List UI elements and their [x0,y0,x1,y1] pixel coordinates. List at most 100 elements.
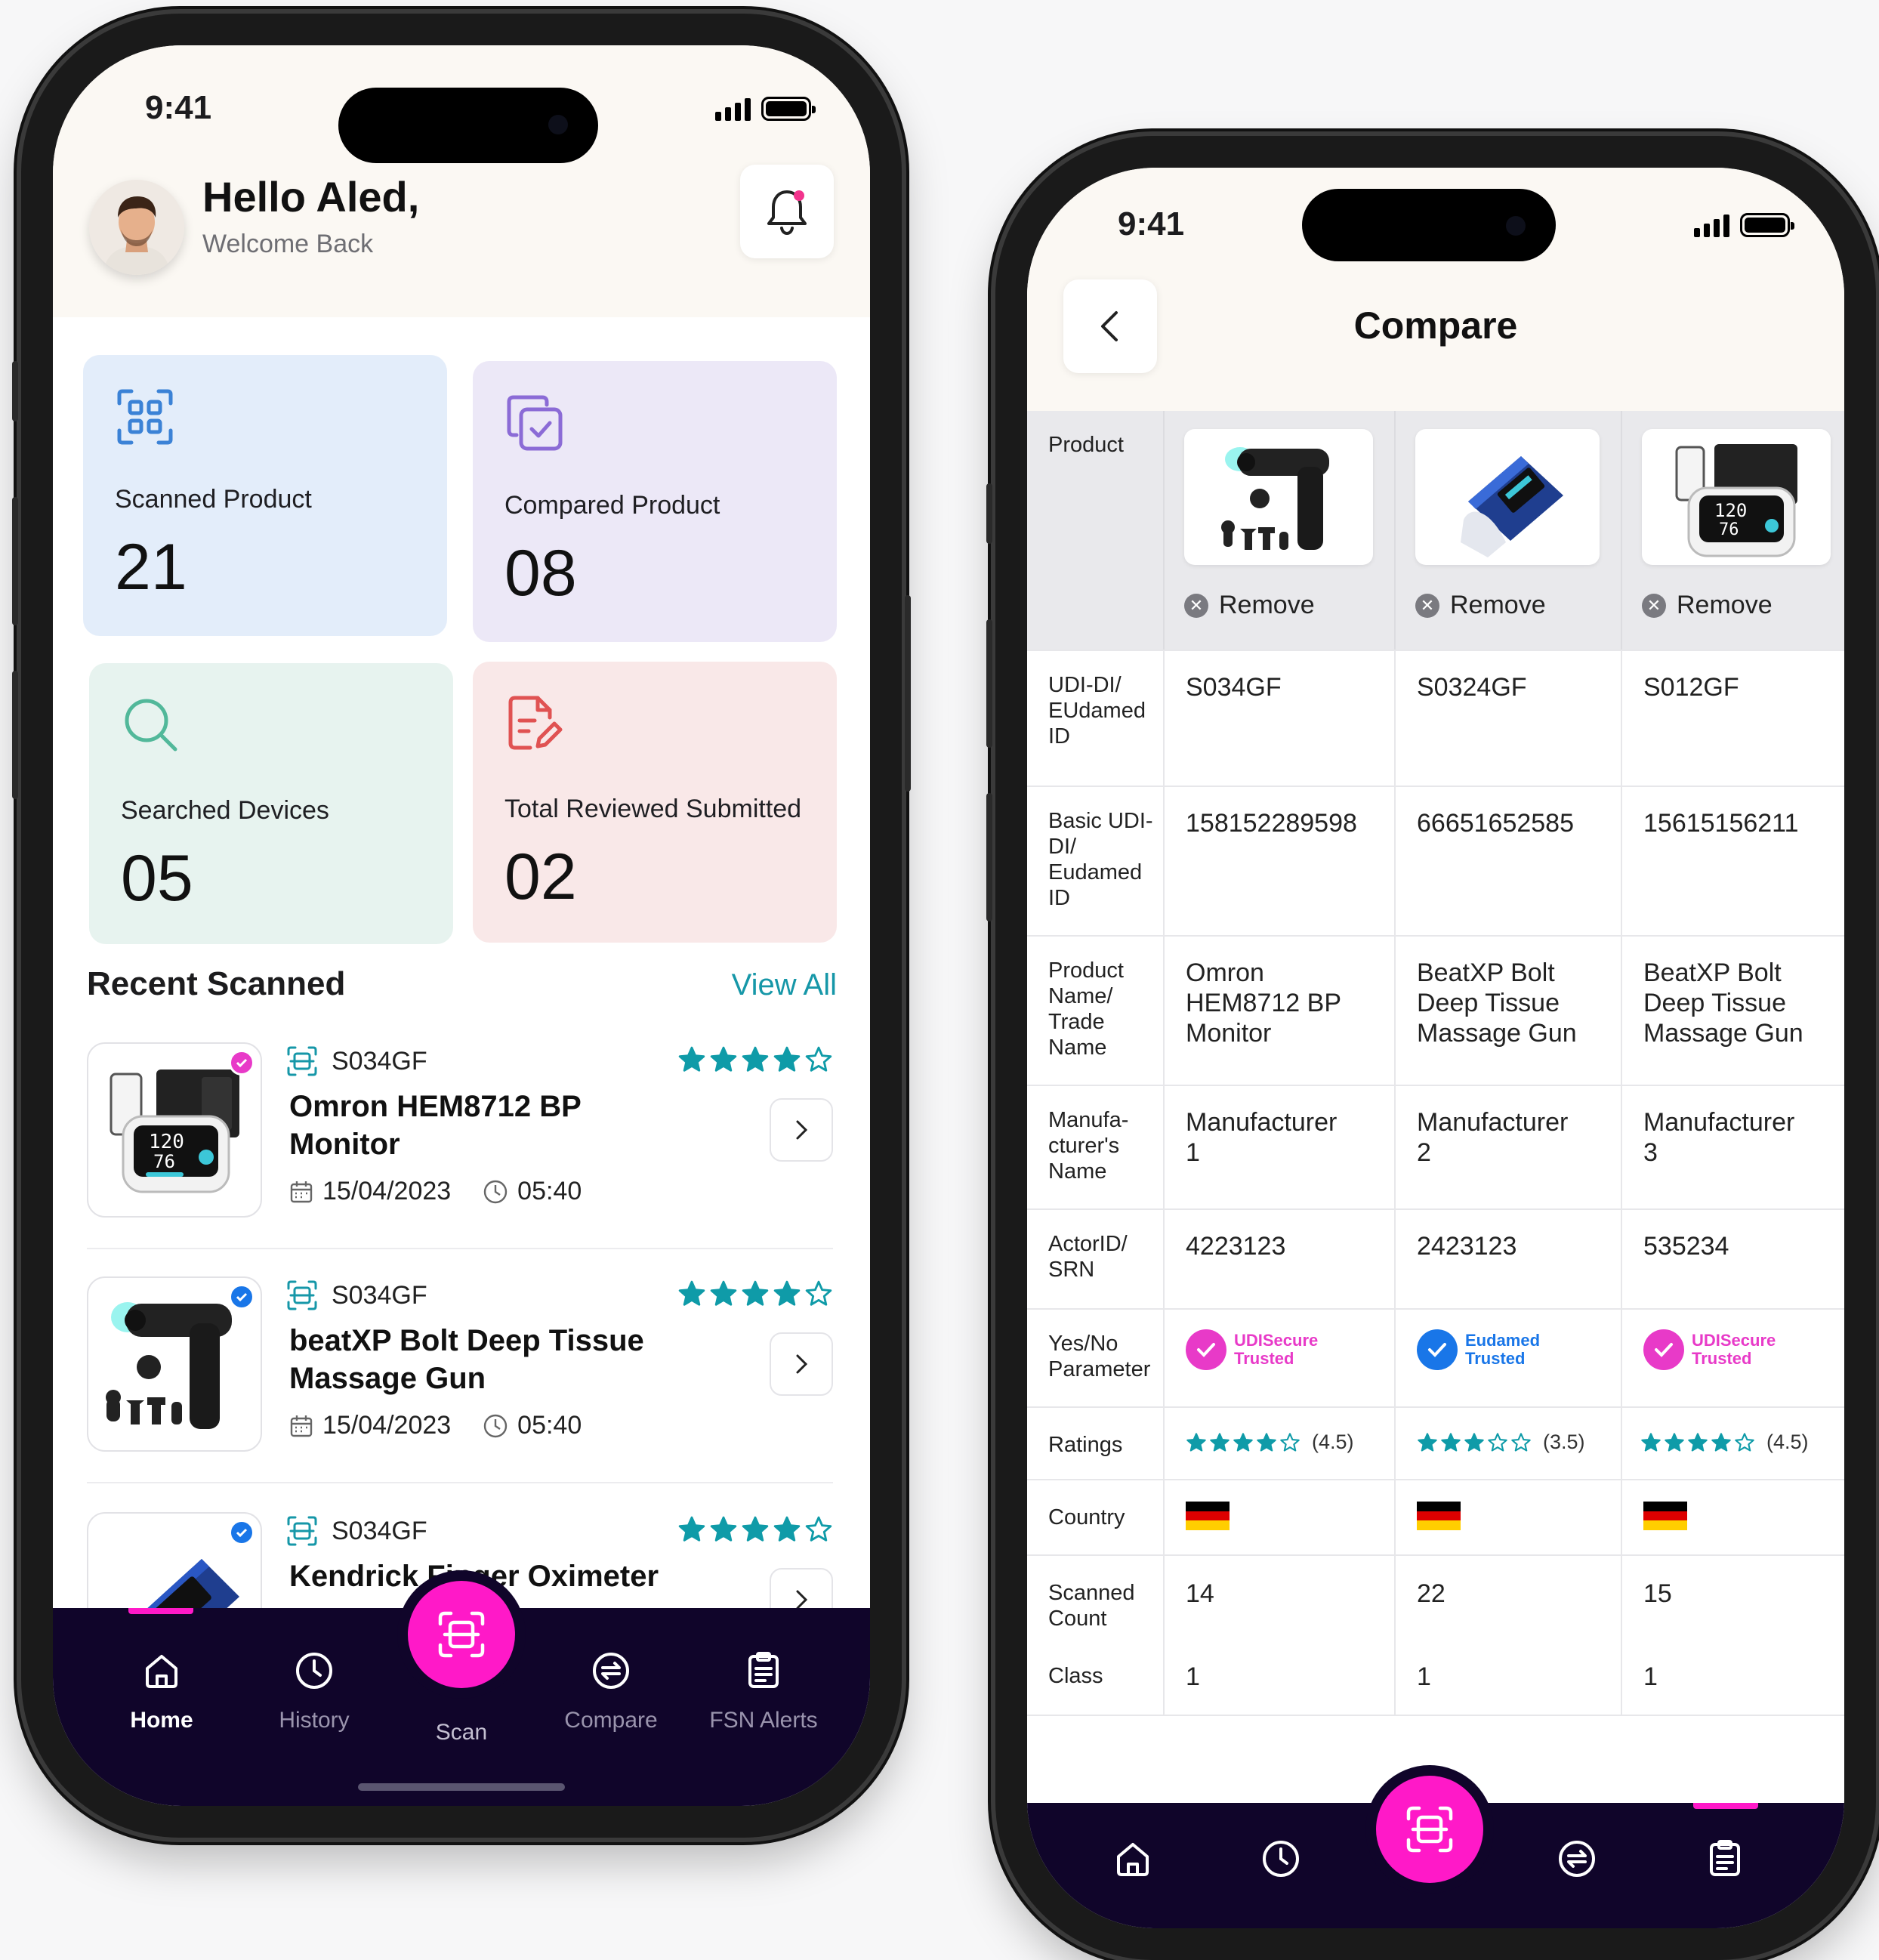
stat-card-reviewed[interactable]: Total Reviewed Submitted 02 [473,662,837,943]
cell-value: 15615156211 [1643,809,1799,838]
cell-value: 1 [1643,1662,1658,1691]
tab-compare[interactable] [1554,1836,1600,1881]
table-row: Basic UDI-DI/ Eudamed ID 158152289598 66… [1027,787,1844,937]
scan-button[interactable] [1376,1776,1483,1883]
table-row: Yes/No Parameter UDISecure Trusted Eudame… [1027,1310,1844,1408]
compare-icon [593,1653,629,1689]
stat-value: 21 [115,531,187,603]
chevron-right-icon [796,1120,808,1140]
tab-history[interactable] [1258,1836,1304,1881]
close-icon: ✕ [1415,593,1439,618]
side-button [12,361,18,421]
recent-scanned-title: Recent Scanned [87,965,346,1002]
remove-label: Remove [1219,591,1315,619]
remove-product-button[interactable]: ✕ Remove [1642,591,1844,620]
cell-value: 14 [1165,1556,1396,1644]
view-all-link[interactable]: View All [732,968,837,1002]
scan-date: 15/04/2023 [322,1177,452,1205]
side-button [986,619,992,748]
avatar[interactable] [89,180,184,275]
tab-history[interactable]: History [272,1650,356,1733]
star-empty-icon [805,1046,832,1072]
open-item-button[interactable] [770,1098,833,1162]
verified-check-icon [1417,1329,1458,1370]
star-filled-icon [678,1516,705,1542]
status-time: 9:41 [145,89,212,126]
scan-icon [438,1611,485,1658]
clock-icon [483,1180,508,1203]
row-label: Product Name/ Trade Name [1027,937,1165,1085]
star-filled-icon [1641,1432,1661,1452]
table-row: Scanned Count 14 22 15 [1027,1556,1844,1644]
tab-scan[interactable]: Scan [423,1720,500,1745]
star-filled-icon [1464,1432,1484,1452]
signal-icon [1694,215,1729,237]
tab-fsn-alerts[interactable] [1702,1836,1748,1881]
scan-button[interactable] [408,1581,515,1688]
list-item[interactable]: S034GF beatXP Bolt Deep Tissue Massage G… [87,1276,833,1452]
stat-value: 05 [121,842,193,915]
star-filled-icon [678,1046,705,1072]
badge-line1: Eudamed [1465,1331,1541,1350]
cell-value: BeatXP Bolt Deep Tissue Massage Gun [1643,958,1803,1048]
remove-label: Remove [1677,591,1773,619]
tab-label: FSN Alerts [709,1708,818,1733]
row-label: Yes/No Parameter [1027,1310,1165,1406]
scan-time: 05:40 [517,1411,582,1440]
stat-value: 08 [504,537,577,610]
rating-stars [677,1045,833,1074]
side-button [986,483,992,544]
bottom-tab-bar [1027,1776,1844,1928]
star-filled-icon [742,1280,769,1306]
germany-flag-icon [1417,1502,1461,1531]
badge-line1: UDISecure [1234,1331,1319,1350]
scan-time: 05:40 [517,1177,582,1205]
side-button [986,793,992,921]
tab-home[interactable]: Home [119,1650,204,1733]
verified-check-icon [1643,1329,1684,1370]
row-label: Product [1027,411,1165,650]
cell-value: 22 [1396,1556,1622,1644]
stat-card-searched[interactable]: Searched Devices 05 [89,663,453,944]
tab-compare[interactable]: Compare [562,1650,660,1733]
divider [87,1248,833,1249]
product-column-3: 120 76 ✕ Remove [1622,411,1844,650]
list-item[interactable]: 120 76 S034GF Omron HEM8712 BP Monitor 1… [87,1042,833,1218]
calendar-icon [290,1181,313,1202]
compare-copy-icon [504,393,565,457]
stat-card-compared[interactable]: Compared Product 08 [473,361,837,642]
notification-button[interactable] [740,165,834,258]
star-filled-icon [1186,1432,1206,1452]
badge-line2: Trusted [1465,1349,1526,1368]
product-image-massage-gun [1184,429,1373,565]
open-item-button[interactable] [770,1332,833,1396]
badge-line1: UDISecure [1692,1331,1776,1350]
scan-datetime: 15/04/2023 05:40 [289,1411,582,1440]
table-row: Product Name/ Trade Name Omron HEM8712 B… [1027,937,1844,1086]
trust-badge: UDISecure Trusted [1165,1310,1396,1406]
battery-icon [761,97,816,121]
table-row: Class 1 1 1 [1027,1644,1844,1716]
tab-home[interactable] [1110,1836,1155,1881]
active-tab-indicator [1693,1803,1758,1809]
table-row: UDI-DI/ EUdamed ID S034GF S0324GF S012GF [1027,651,1844,787]
scan-datetime: 15/04/2023 05:40 [289,1177,582,1206]
review-document-icon [504,693,565,758]
signal-icon [715,98,751,121]
product-code: S034GF [332,1281,427,1310]
phone-home: 9:41 Hello Aled, Welcome Back Scanned Pr… [12,14,911,1838]
remove-product-button[interactable]: ✕ Remove [1184,591,1394,620]
clock-icon [483,1414,508,1437]
cell-value: BeatXP Bolt Deep Tissue Massage Gun [1396,937,1622,1085]
row-label: Basic UDI-DI/ Eudamed ID [1027,787,1165,935]
star-filled-icon [1711,1432,1731,1452]
product-image-bp-monitor: 120 76 [1642,429,1831,565]
star-filled-icon [1665,1432,1684,1452]
rating-stars: (4.5) [1186,1431,1394,1454]
close-icon: ✕ [1642,593,1666,618]
trust-badge: Eudamed Trusted [1396,1310,1622,1406]
tab-fsn-alerts[interactable]: FSN Alerts [707,1650,820,1733]
stat-card-scanned[interactable]: Scanned Product 21 [83,355,447,636]
product-name: Kendrick Finger Oximeter [289,1560,659,1593]
remove-product-button[interactable]: ✕ Remove [1415,591,1621,620]
